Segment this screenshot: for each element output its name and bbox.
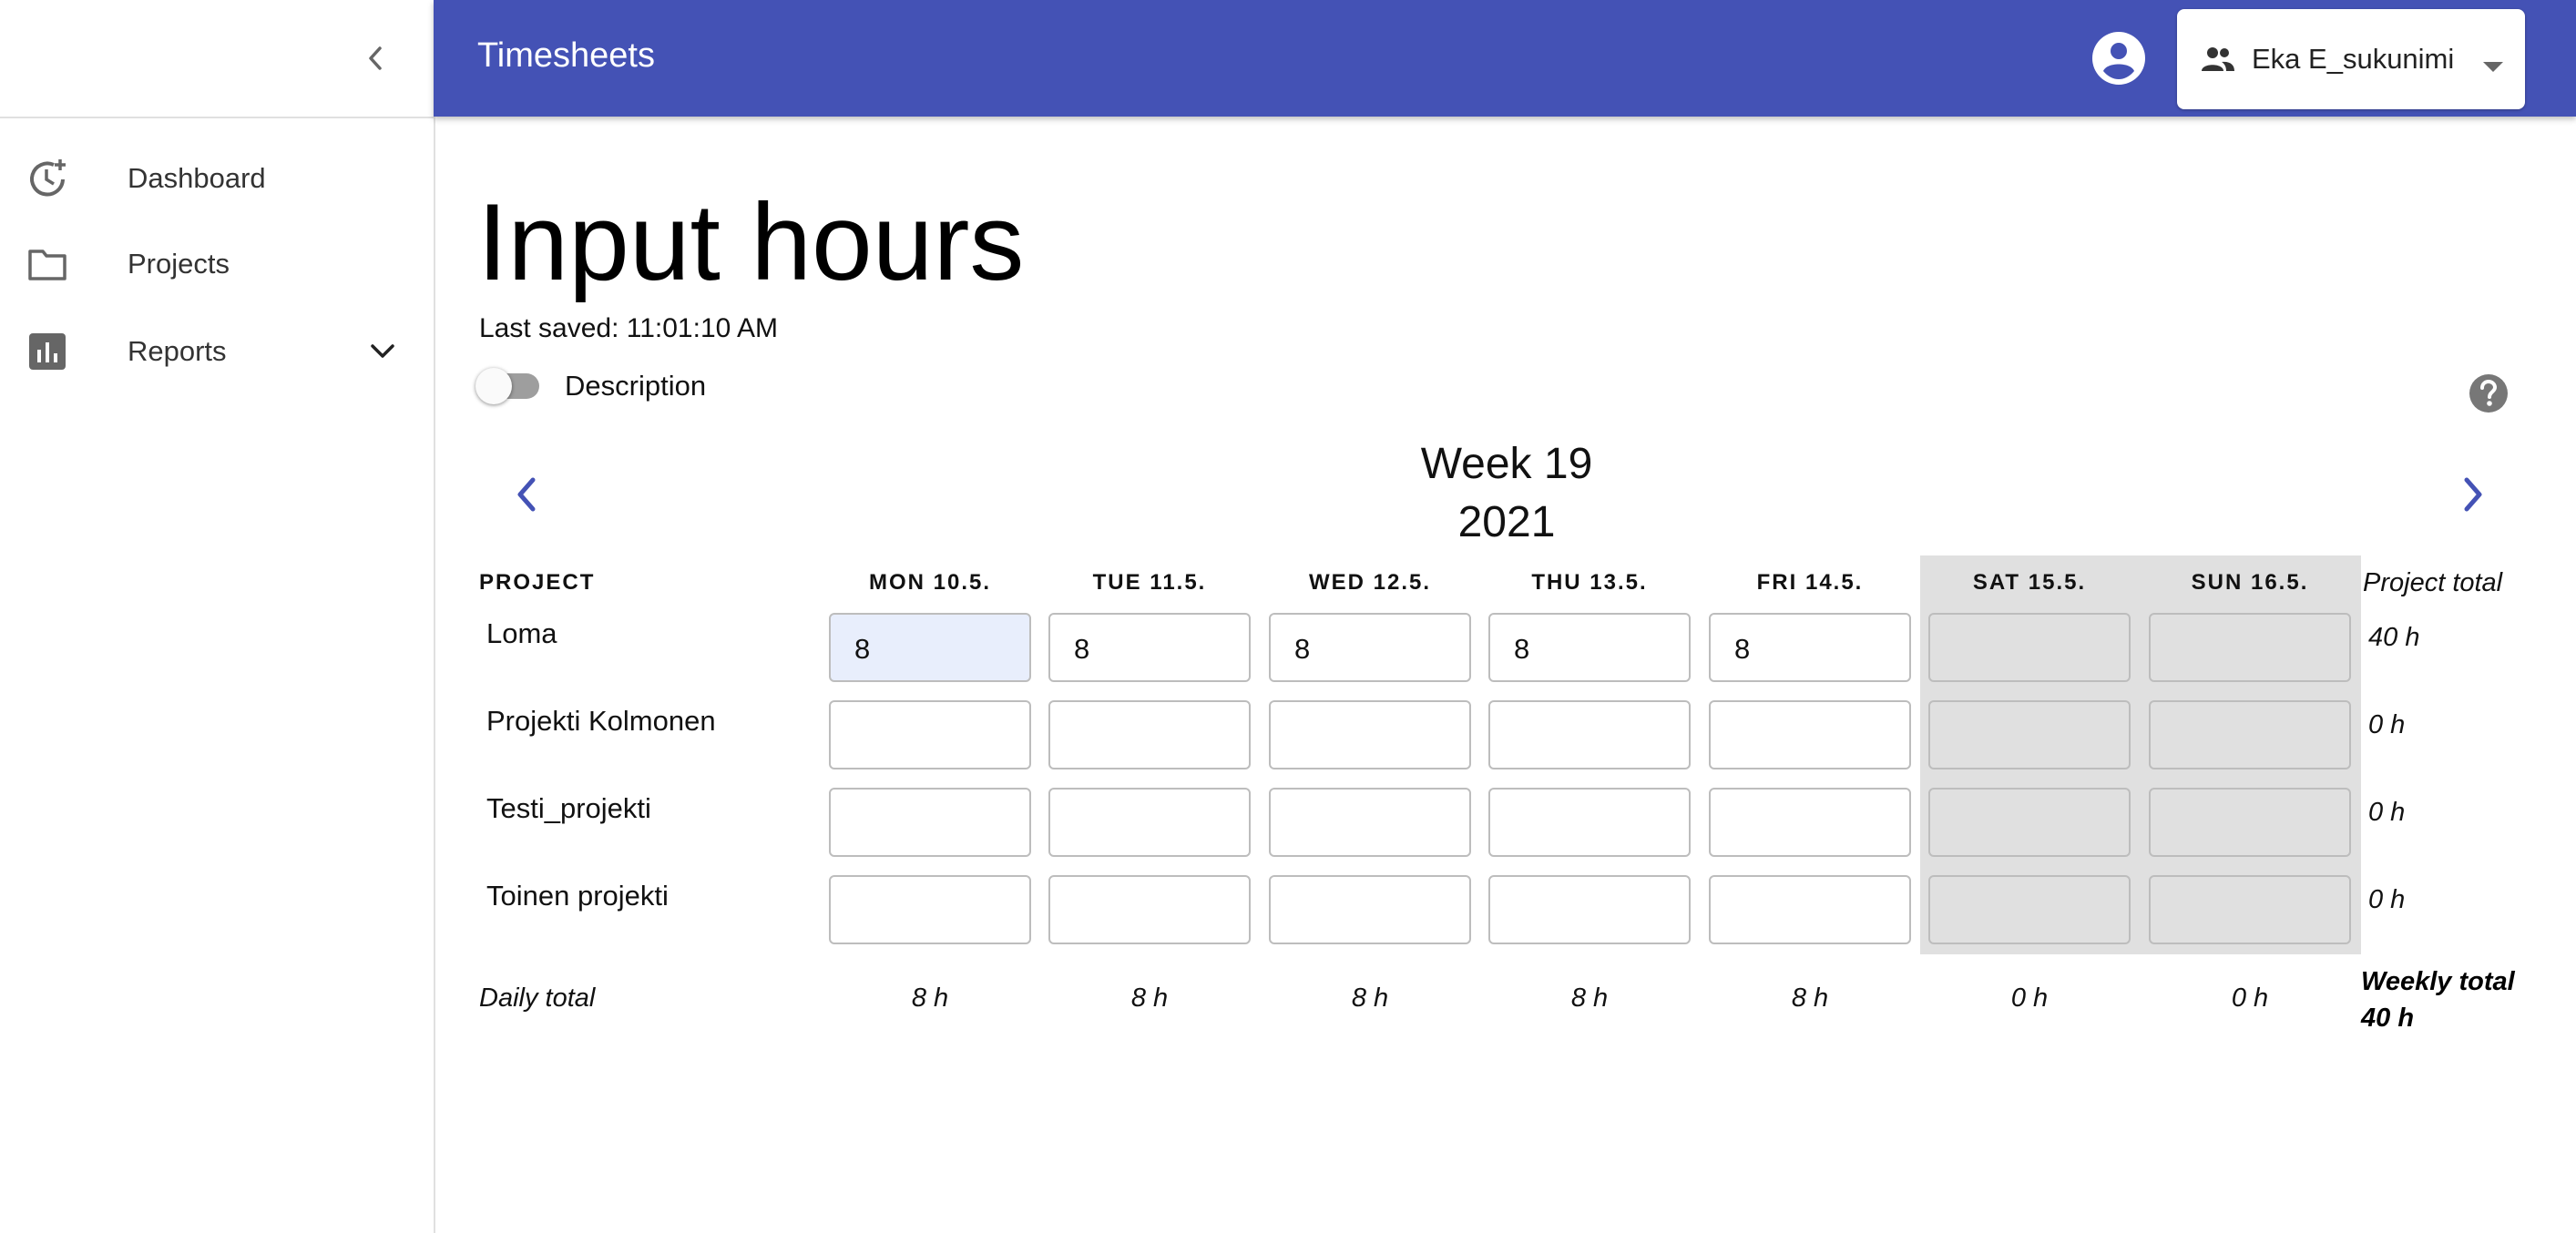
hours-input-loma-sat[interactable] [1928,613,2131,682]
collapse-sidebar-button[interactable] [357,36,394,80]
hours-input-toinen-sat[interactable] [1928,875,2131,944]
day-header-sat: SAT 15.5. [1972,570,2087,595]
page-title: Input hours [477,181,1025,303]
sidebar-item-projects[interactable]: Projects [0,222,434,306]
hours-input-loma-thu[interactable]: 8 [1488,613,1691,682]
expand-reports-icon[interactable] [363,331,403,372]
hours-input-testi-thu[interactable] [1488,788,1691,857]
hours-input-kolmonen-fri[interactable] [1709,700,1911,769]
hours-input-testi-wed[interactable] [1269,788,1471,857]
project-name: Toinen projekti [486,880,669,912]
app-title: Timesheets [477,36,655,75]
hours-input-testi-sat[interactable] [1928,788,2131,857]
weekly-total-label: Weekly total [2361,967,2515,996]
user-select[interactable]: Eka E_sukunimi [2177,9,2525,109]
toggle-thumb [475,368,512,404]
hours-input-toinen-wed[interactable] [1269,875,1471,944]
project-total: 0 h [2368,885,2406,914]
day-header-tue: TUE 11.5. [1092,570,1207,595]
sidebar-item-label: Dashboard [128,162,266,194]
sidebar-item-label: Reports [128,335,227,367]
day-header-thu: THU 13.5. [1531,570,1648,595]
previous-week-button[interactable] [504,470,549,519]
hours-input-kolmonen-wed[interactable] [1269,700,1471,769]
hours-input-kolmonen-mon[interactable] [829,700,1031,769]
project-total: 0 h [2368,710,2406,739]
project-name: Loma [486,617,557,649]
daily-total-label: Daily total [479,983,596,1013]
project-column-header: PROJECT [479,570,596,595]
hours-input-loma-sun[interactable] [2149,613,2351,682]
app-bar: Timesheets Eka E_sukunimi [434,0,2576,117]
last-saved-text: Last saved: 11:01:10 AM [479,313,778,343]
bar-chart-icon [26,330,69,373]
sidebar-header [0,0,434,118]
hours-input-kolmonen-thu[interactable] [1488,700,1691,769]
hours-input-testi-fri[interactable] [1709,788,1911,857]
hours-input-loma-tue[interactable]: 8 [1048,613,1251,682]
hours-input-testi-sun[interactable] [2149,788,2351,857]
user-name: Eka E_sukunimi [2252,43,2455,75]
hours-input-loma-wed[interactable]: 8 [1269,613,1471,682]
sidebar-item-label: Projects [128,248,230,280]
week-label: Week 19 [1420,440,1593,488]
week-heading: Week 19 2021 [1324,435,1689,552]
daily-total-sat: 0 h [2010,983,2049,1013]
project-name: Testi_projekti [486,792,651,824]
daily-total-tue: 8 h [1130,983,1169,1013]
project-total-header: Project total [2363,568,2503,597]
dashboard-icon [26,157,69,200]
daily-total-wed: 8 h [1351,983,1389,1013]
hours-input-testi-mon[interactable] [829,788,1031,857]
hours-input-toinen-mon[interactable] [829,875,1031,944]
chevron-right-icon [2464,477,2482,512]
sidebar: Dashboard Projects Reports [0,0,435,1233]
description-toggle[interactable] [475,368,545,404]
daily-total-sun: 0 h [2231,983,2269,1013]
project-name: Projekti Kolmonen [486,705,716,737]
hours-input-loma-fri[interactable]: 8 [1709,613,1911,682]
chevron-left-icon [517,477,536,512]
hours-input-loma-mon[interactable]: 8 [829,613,1031,682]
day-header-fri: FRI 14.5. [1756,570,1864,595]
hours-input-kolmonen-tue[interactable] [1048,700,1251,769]
hours-input-kolmonen-sun[interactable] [2149,700,2351,769]
folder-icon [26,242,69,286]
sidebar-item-reports[interactable]: Reports [0,310,434,393]
hours-input-kolmonen-sat[interactable] [1928,700,2131,769]
hours-input-toinen-fri[interactable] [1709,875,1911,944]
day-header-sun: SUN 16.5. [2191,570,2309,595]
day-header-mon: MON 10.5. [868,570,992,595]
project-total: 40 h [2368,623,2420,652]
caret-down-icon [2483,62,2503,72]
daily-total-thu: 8 h [1570,983,1609,1013]
help-icon[interactable] [2469,373,2509,413]
weekly-total: Weekly total 40 h [2361,963,2515,1036]
account-icon[interactable] [2091,31,2146,86]
project-total: 0 h [2368,798,2406,827]
sidebar-item-dashboard[interactable]: Dashboard [0,137,434,220]
week-year: 2021 [1457,498,1556,546]
day-header-wed: WED 12.5. [1308,570,1432,595]
next-week-button[interactable] [2450,470,2496,519]
daily-total-mon: 8 h [911,983,949,1013]
description-toggle-label: Description [565,370,707,402]
daily-total-fri: 8 h [1791,983,1829,1013]
hours-input-testi-tue[interactable] [1048,788,1251,857]
hours-input-toinen-thu[interactable] [1488,875,1691,944]
hours-input-toinen-tue[interactable] [1048,875,1251,944]
chevron-left-icon [369,46,382,70]
people-icon [2202,47,2234,71]
weekly-total-value: 40 h [2361,1004,2415,1033]
hours-input-toinen-sun[interactable] [2149,875,2351,944]
